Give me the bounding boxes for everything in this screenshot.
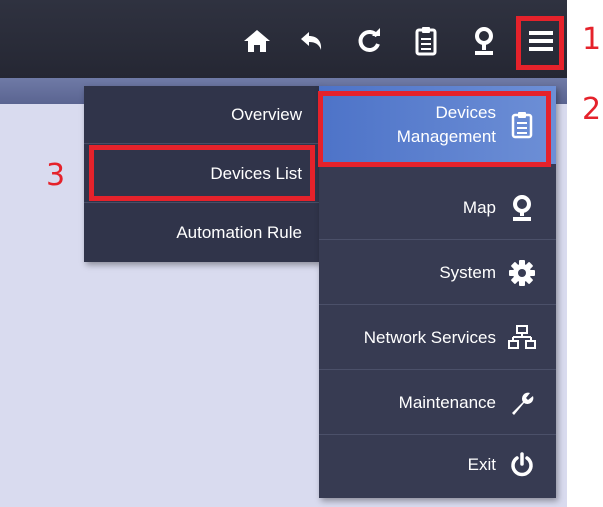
menu-item-label: Network Services [363, 327, 496, 347]
menu-item-exit[interactable]: Exit [319, 433, 556, 497]
callout-number-3: 3 [46, 158, 66, 193]
map-pin-icon[interactable] [468, 25, 500, 57]
submenu-item-label: Overview [231, 104, 302, 124]
menu-item-map[interactable]: Map [319, 176, 556, 240]
hamburger-menu-icon[interactable] [525, 25, 557, 57]
menu-item-label: Maintenance [398, 392, 496, 412]
clipboard-icon[interactable] [410, 25, 442, 57]
wrench-icon [508, 389, 536, 417]
callout-number-1: 1 [582, 22, 602, 57]
refresh-icon[interactable] [353, 25, 385, 57]
network-icon [508, 324, 536, 352]
submenu-item-label: Devices List [210, 163, 302, 183]
undo-icon[interactable] [297, 25, 329, 57]
menu-item-label: Exit [467, 455, 496, 474]
menu-item-label: Map [462, 197, 496, 217]
power-icon [508, 451, 536, 479]
map-pin-icon [508, 194, 536, 222]
submenu-item-overview[interactable]: Overview [84, 86, 320, 144]
menu-item-system[interactable]: System [319, 241, 556, 305]
menu-item-maintenance[interactable]: Maintenance [319, 371, 556, 435]
main-menu: Devices Management Map System Network Se… [319, 86, 556, 498]
submenu-item-devices-list[interactable]: Devices List [84, 145, 320, 203]
submenu-item-label: Automation Rule [176, 223, 302, 242]
devices-management-submenu: Overview Devices List Automation Rule [84, 86, 320, 262]
menu-item-network-services[interactable]: Network Services [319, 306, 556, 370]
menu-item-label: System [439, 262, 496, 282]
gear-icon [508, 259, 536, 287]
clipboard-icon [508, 111, 536, 139]
app-screen: Overview Devices List Automation Rule De… [0, 0, 567, 507]
menu-item-devices-management[interactable]: Devices Management [319, 86, 556, 164]
home-icon[interactable] [241, 25, 273, 57]
menu-item-label: Devices Management [396, 103, 496, 146]
callout-number-2: 2 [582, 92, 602, 127]
top-toolbar [0, 0, 567, 78]
submenu-item-automation-rule[interactable]: Automation Rule [84, 204, 320, 262]
